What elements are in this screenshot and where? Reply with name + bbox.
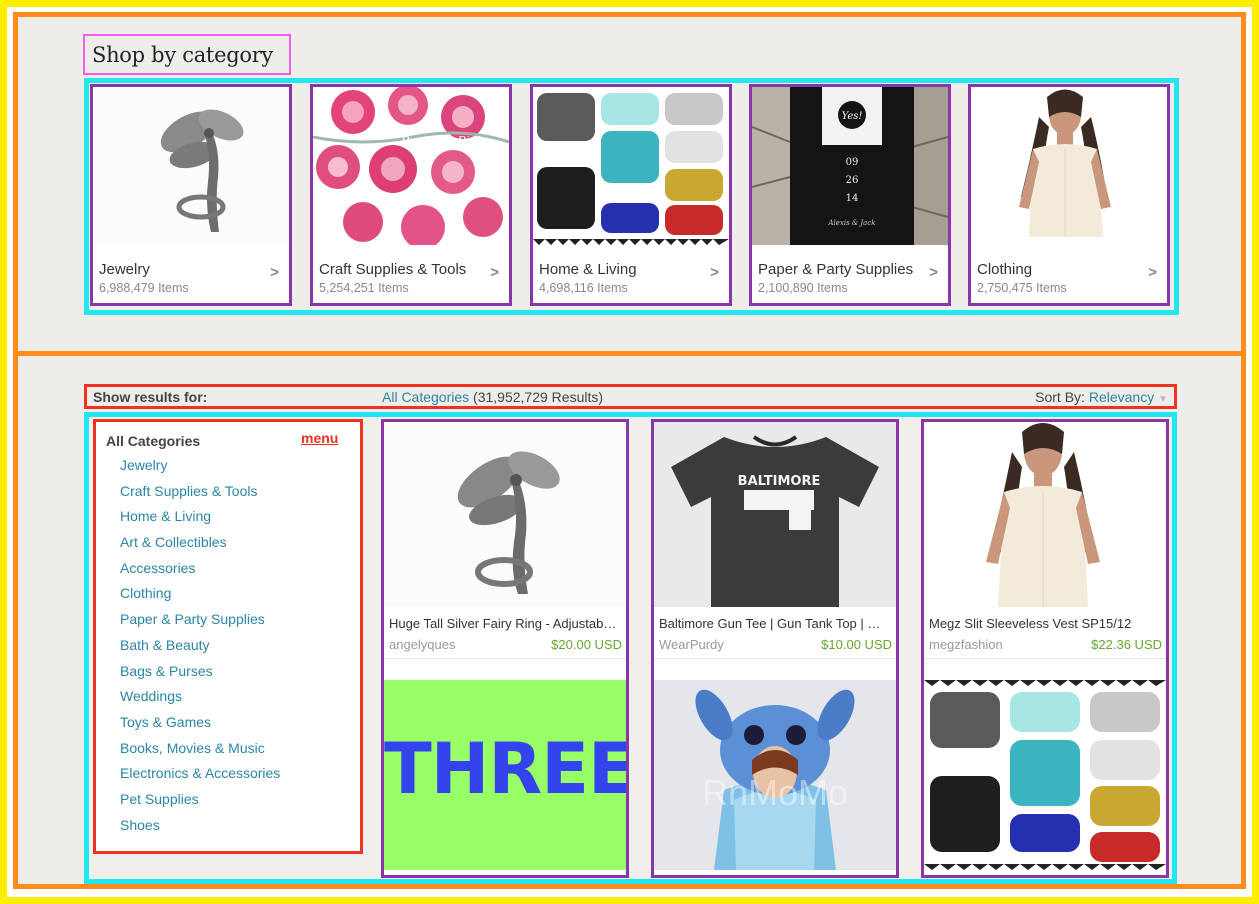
category-label: Home & Living (539, 261, 637, 278)
menu-item-paper-party[interactable]: Paper & Party Supplies (120, 611, 280, 637)
results-summary: All Categories (31,952,729 Results) (382, 389, 603, 405)
sort-dropdown[interactable]: Relevancy (1089, 389, 1154, 405)
sort-label: Sort By: (1035, 389, 1085, 405)
category-card-jewelry[interactable]: Jewelry 6,988,479 Items > (90, 84, 292, 306)
paper-thumb-date-2: 26 (846, 175, 859, 186)
menu-item-books-movies-music[interactable]: Books, Movies & Music (120, 740, 280, 766)
chevron-right-icon: > (1148, 264, 1157, 281)
menu-item-craft-supplies[interactable]: Craft Supplies & Tools (120, 483, 280, 509)
category-card-clothing[interactable]: Clothing 2,750,475 Items > (968, 84, 1170, 306)
category-count: 2,100,890 Items (758, 281, 848, 295)
paper-thumb-names: Alexis & Jack (827, 219, 875, 227)
shirt-text: BALTIMORE (738, 474, 821, 489)
menu-item-toys-games[interactable]: Toys & Games (120, 714, 280, 740)
product-card-fairy-ring[interactable]: Huge Tall Silver Fairy Ring - Adjustab… … (381, 419, 629, 878)
menu-item-shoes[interactable]: Shoes (120, 817, 280, 843)
three-banner-text: THREE (384, 728, 626, 810)
category-card-home-living[interactable]: Home & Living 4,698,116 Items > (530, 84, 732, 306)
product-image-three[interactable]: THREE (384, 680, 626, 870)
caret-down-icon[interactable]: ▼ (1158, 394, 1168, 405)
category-count: 6,988,479 Items (99, 281, 189, 295)
product-title[interactable]: Baltimore Gun Tee | Gun Tank Top | … (659, 616, 893, 631)
show-results-label: Show results for: (93, 389, 208, 405)
product-price: $10.00 USD (821, 637, 892, 652)
product-image[interactable] (924, 422, 1166, 607)
menu-item-jewelry[interactable]: Jewelry (120, 457, 280, 483)
menu-item-clothing[interactable]: Clothing (120, 585, 280, 611)
category-count: 5,254,251 Items (319, 281, 409, 295)
menu-item-electronics[interactable]: Electronics & Accessories (120, 765, 280, 791)
category-count: 2,750,475 Items (977, 281, 1067, 295)
product-price: $20.00 USD (551, 637, 622, 652)
chevron-right-icon: > (490, 264, 499, 281)
chevron-right-icon: > (710, 264, 719, 281)
results-count: (31,952,729 Results) (473, 389, 604, 405)
menu-item-weddings[interactable]: Weddings (120, 688, 280, 714)
category-label: Craft Supplies & Tools (319, 261, 467, 278)
paper-party-thumbnail: Yes! 09 26 14 Alexis & Jack (752, 87, 948, 245)
product-image-onesie[interactable]: RnMoMo (654, 680, 896, 870)
product-card-megz-vest[interactable]: Megz Slit Sleeveless Vest SP15/12 megzfa… (921, 419, 1169, 878)
product-title[interactable]: Huge Tall Silver Fairy Ring - Adjustab… (389, 616, 623, 631)
menu-item-home-living[interactable]: Home & Living (120, 508, 280, 534)
paper-thumb-badge: Yes! (842, 111, 863, 122)
product-image[interactable] (384, 422, 626, 607)
all-categories-link[interactable]: All Categories (382, 389, 469, 405)
paper-thumb-date-3: 14 (846, 193, 859, 204)
category-menu: menu All Categories Jewelry Craft Suppli… (93, 419, 363, 854)
shop-by-category-title: Shop by category (83, 34, 291, 75)
category-label: Jewelry (99, 261, 150, 278)
craft-thumbnail: Pretty in Pink (313, 87, 509, 245)
product-shop[interactable]: WearPurdy (659, 637, 724, 652)
menu-item-accessories[interactable]: Accessories (120, 560, 280, 586)
home-living-thumbnail (533, 87, 729, 245)
menu-item-bath-beauty[interactable]: Bath & Beauty (120, 637, 280, 663)
menu-item-bags-purses[interactable]: Bags & Purses (120, 663, 280, 689)
chevron-right-icon: > (270, 264, 279, 281)
jewelry-thumbnail (93, 87, 289, 245)
product-shop[interactable]: megzfashion (929, 637, 1003, 652)
category-card-craft-supplies[interactable]: Pretty in Pink Craft Supplies & Tools 5,… (310, 84, 512, 306)
product-price: $22.36 USD (1091, 637, 1162, 652)
category-card-paper-party[interactable]: Yes! 09 26 14 Alexis & Jack Paper & Part… (749, 84, 951, 306)
product-shop[interactable]: angelyques (389, 637, 456, 652)
sort-control: Sort By: Relevancy ▼ (1035, 389, 1168, 405)
product-image-glitter[interactable] (924, 680, 1166, 870)
paper-thumb-date-1: 09 (846, 157, 859, 168)
product-card-baltimore-tee[interactable]: BALTIMORE Baltimore Gun Tee | Gun Tank T… (651, 419, 899, 878)
results-bar: Show results for: All Categories (31,952… (84, 384, 1177, 409)
watermark-text: RnMoMo (701, 772, 849, 813)
product-image[interactable]: BALTIMORE (654, 422, 896, 607)
divider (924, 658, 1166, 659)
chevron-right-icon: > (929, 264, 938, 281)
section-divider (13, 351, 1246, 356)
menu-item-pet-supplies[interactable]: Pet Supplies (120, 791, 280, 817)
menu-item-art-collectibles[interactable]: Art & Collectibles (120, 534, 280, 560)
menu-heading[interactable]: All Categories (106, 433, 200, 449)
clothing-thumbnail (971, 87, 1167, 245)
divider (654, 658, 896, 659)
craft-thumb-text: Pretty in Pink (400, 134, 484, 148)
category-count: 4,698,116 Items (539, 281, 628, 295)
divider (384, 658, 626, 659)
menu-list: Jewelry Craft Supplies & Tools Home & Li… (120, 457, 280, 842)
category-label: Clothing (977, 261, 1033, 278)
menu-tag: menu (301, 430, 339, 446)
product-title[interactable]: Megz Slit Sleeveless Vest SP15/12 (929, 616, 1163, 631)
category-label: Paper & Party Supplies (758, 261, 914, 278)
